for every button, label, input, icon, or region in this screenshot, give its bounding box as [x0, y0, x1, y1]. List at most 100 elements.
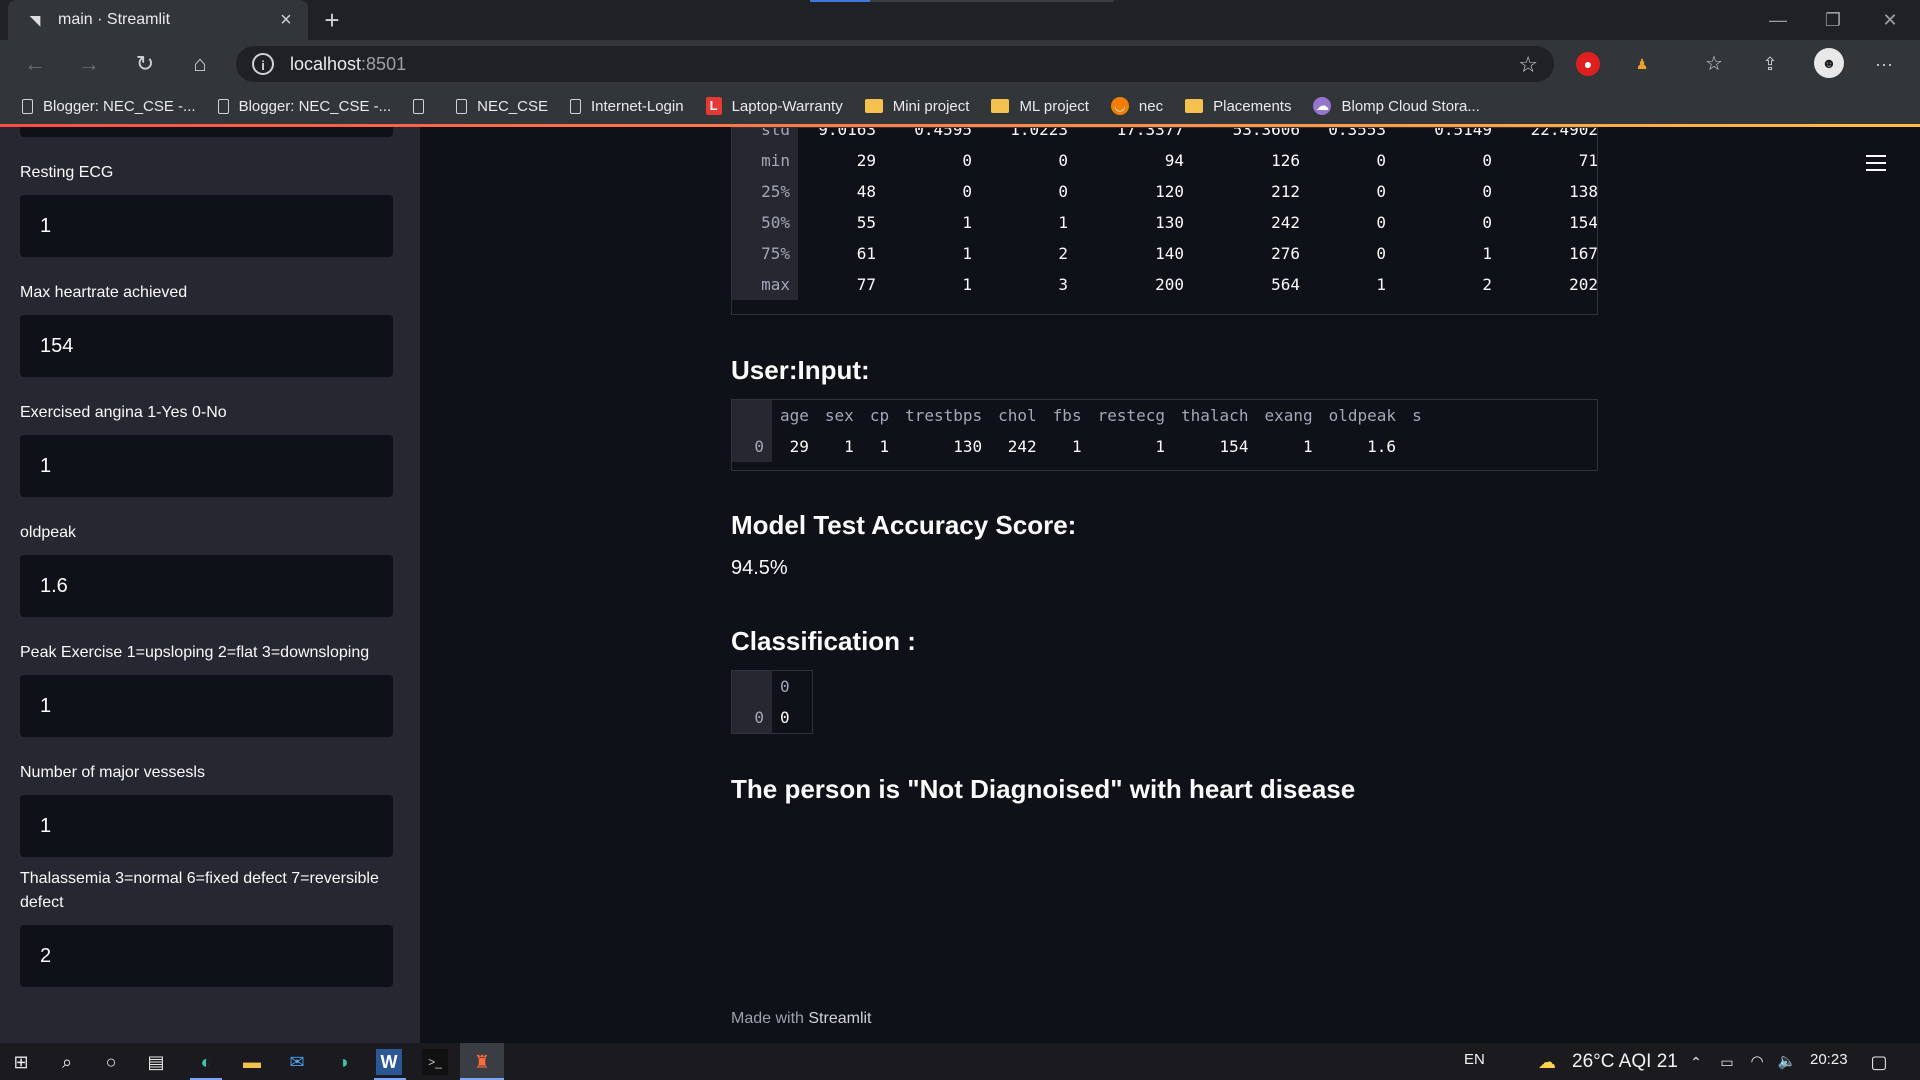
cortana-icon[interactable]: ○ [98, 1049, 124, 1075]
browser-tab-active[interactable]: ◥ main · Streamlit × [8, 0, 308, 40]
bookmark-item[interactable]: Blogger: NEC_CSE -... [22, 98, 196, 115]
field-major-vessels: Number of major vessesls 1 [20, 761, 393, 857]
table-cell: 202 [1569, 275, 1598, 294]
new-tab-icon[interactable]: + [318, 6, 346, 34]
weather-icon[interactable]: ☁ [1534, 1049, 1560, 1075]
hamburger-menu-icon[interactable] [1866, 155, 1886, 176]
extension-person-icon[interactable]: ♟ [1630, 52, 1654, 76]
bookmark-item[interactable]: NEC_CSE [456, 98, 548, 115]
back-arrow-icon[interactable]: ← [20, 50, 50, 78]
major-vessels-input[interactable]: 1 [20, 795, 393, 857]
thalassemia-input[interactable]: 2 [20, 925, 393, 987]
bookmark-item[interactable]: Placements [1185, 98, 1291, 115]
max-heartrate-input[interactable]: 154 [20, 315, 393, 377]
windows-start-icon[interactable]: ⊞ [8, 1049, 34, 1075]
bookmark-item[interactable]: Mini project [864, 98, 969, 115]
language-indicator[interactable]: EN [1464, 1051, 1485, 1068]
table-cell: 0.5149 [1434, 127, 1492, 139]
forward-arrow-icon[interactable]: → [74, 50, 104, 78]
minimize-window-icon[interactable]: — [1758, 8, 1798, 32]
field-thalassemia: Thalassemia 3=normal 6=fixed defect 7=re… [20, 867, 393, 987]
bookmark-label: nec [1138, 97, 1164, 115]
previous-input-field[interactable] [20, 127, 393, 137]
battery-icon[interactable]: ▭ [1714, 1049, 1740, 1075]
task-view-icon[interactable]: ▤ [143, 1049, 169, 1075]
table-cell: 242 [1007, 437, 1037, 456]
table-cell: 1 [1482, 244, 1492, 263]
terminal-icon[interactable]: >_ [422, 1049, 448, 1075]
table-cell: 94 [1164, 151, 1184, 170]
table-cell: 242 [1271, 213, 1300, 232]
address-bar[interactable]: i localhost:8501 ☆ [236, 46, 1554, 82]
add-favorite-star-icon[interactable]: ☆ [1518, 52, 1538, 78]
footer-streamlit-link[interactable]: Streamlit [808, 1010, 871, 1027]
table-header[interactable]: cp [862, 400, 897, 431]
table-header[interactable]: thalach [1173, 400, 1256, 431]
site-info-icon[interactable]: i [252, 53, 274, 75]
table-cell: 0 [780, 708, 790, 727]
resting-ecg-input[interactable]: 1 [20, 195, 393, 257]
table-header[interactable]: sex [817, 400, 862, 431]
bookmark-item[interactable]: ☁ Blomp Cloud Stora... [1313, 97, 1480, 115]
table-cell: 0 [1376, 213, 1386, 232]
extension-shield-icon[interactable]: ● [1576, 52, 1600, 76]
bookmark-item[interactable]: ◡ nec [1110, 97, 1164, 115]
close-window-icon[interactable]: ✕ [1870, 8, 1910, 32]
table-row-index: max [732, 269, 798, 300]
oldpeak-input[interactable]: 1.6 [20, 555, 393, 617]
bookmark-item[interactable]: L Laptop-Warranty [705, 97, 843, 115]
restore-window-icon[interactable]: ❐ [1813, 8, 1853, 32]
more-menu-icon[interactable]: ··· [1872, 52, 1896, 76]
streamlit-app-icon[interactable]: ♜ [469, 1049, 495, 1075]
reload-icon[interactable]: ↻ [130, 50, 160, 78]
bookmark-item[interactable] [413, 98, 434, 114]
edge-browser-icon[interactable]: ◐ [193, 1049, 219, 1075]
search-icon[interactable]: ⌕ [54, 1049, 80, 1075]
table-header[interactable]: restecg [1090, 400, 1173, 431]
bookmark-item[interactable]: ML project [991, 97, 1089, 115]
page-icon [456, 98, 468, 114]
mail-icon[interactable]: ✉ [284, 1049, 310, 1075]
exercised-angina-input[interactable]: 1 [20, 435, 393, 497]
table-cell: 48 [856, 182, 876, 201]
table-header[interactable]: trestbps [897, 400, 990, 431]
describe-dataframe[interactable]: std 9.0163 0.4595 1.0223 17.3377 53.3606 0.355… [731, 127, 1598, 315]
volume-muted-icon[interactable]: 🔈 [1774, 1049, 1800, 1075]
table-header[interactable]: age [772, 400, 817, 431]
table-header[interactable]: chol [990, 400, 1045, 431]
bookmark-label: ML project [1019, 97, 1089, 115]
table-row: min 29 0 0 94 126 0 0 71 [732, 145, 1597, 176]
table-cell: 17.3377 [1116, 127, 1184, 139]
table-header[interactable]: exang [1256, 400, 1320, 431]
user-input-dataframe[interactable]: age sex cp trestbps chol fbs restecg thalach exa… [731, 399, 1598, 471]
table-header[interactable]: oldpeak [1321, 400, 1404, 431]
notification-icon[interactable]: ▢ [1866, 1049, 1892, 1075]
field-label: Resting ECG [20, 164, 114, 181]
table-cell: 29 [789, 437, 809, 456]
file-explorer-icon[interactable]: ▬ [239, 1049, 265, 1075]
tray-expand-icon[interactable]: ⌃ [1683, 1049, 1709, 1075]
peak-exercise-input[interactable]: 1 [20, 675, 393, 737]
orange-circle-icon: ◡ [1110, 97, 1129, 115]
word-icon[interactable]: W [376, 1049, 402, 1075]
tab-close-icon[interactable]: × [274, 9, 298, 32]
home-icon[interactable]: ⌂ [185, 50, 215, 78]
table-header[interactable]: fbs [1045, 400, 1090, 431]
bookmark-item[interactable]: Internet-Login [569, 98, 684, 115]
favorites-icon[interactable]: ☆ [1702, 52, 1726, 76]
edge-dev-icon[interactable]: ◑ [330, 1049, 356, 1075]
wifi-icon[interactable]: ◠ [1744, 1049, 1770, 1075]
field-label: Thalassemia 3=normal 6=fixed defect 7=re… [20, 870, 379, 911]
table-cell: 1 [1071, 437, 1082, 456]
table-header[interactable]: s [1404, 400, 1430, 431]
profile-avatar[interactable]: ☻ [1814, 48, 1844, 78]
streamlit-sidebar: Resting ECG 1 Max heartrate achieved 154… [0, 127, 420, 1043]
field-peak-exercise: Peak Exercise 1=upsloping 2=flat 3=downs… [20, 641, 393, 737]
weather-text[interactable]: 26°C AQI 21 [1572, 1051, 1678, 1073]
share-icon[interactable]: ⇪ [1758, 52, 1782, 76]
clock-time[interactable]: 20:23 [1810, 1051, 1848, 1068]
browser-tab-bar: ◥ main · Streamlit × + — ❐ ✕ [0, 0, 1920, 40]
bookmark-item[interactable]: Blogger: NEC_CSE -... [217, 98, 391, 115]
table-cell: 0 [1058, 182, 1068, 201]
classification-dataframe[interactable]: 0 0 0 [731, 670, 813, 734]
